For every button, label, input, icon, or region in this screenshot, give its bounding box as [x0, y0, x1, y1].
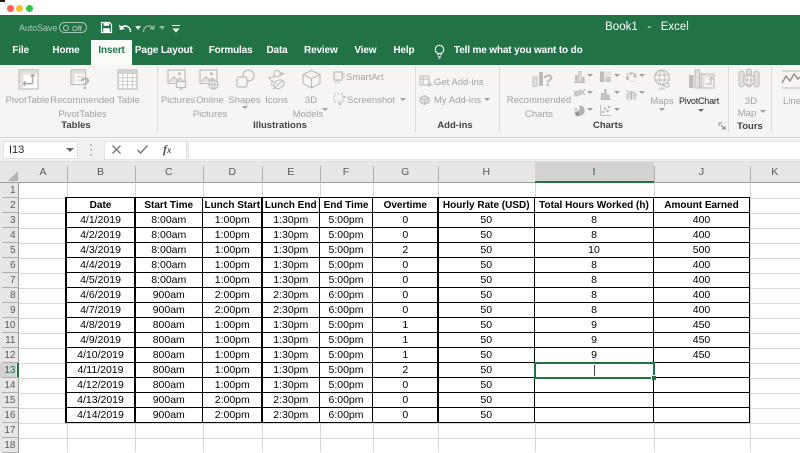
svg-text:?: ? — [80, 75, 90, 90]
svg-text:?: ? — [543, 71, 553, 90]
